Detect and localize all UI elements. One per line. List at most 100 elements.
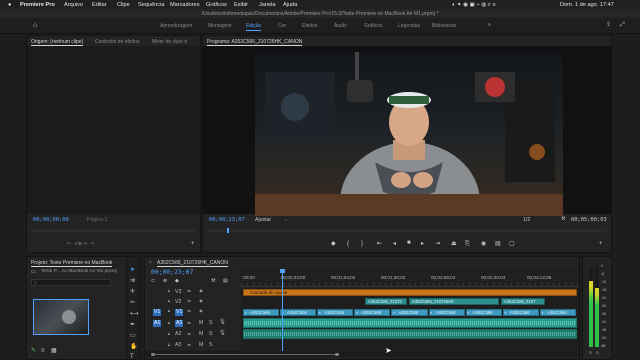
app-menu[interactable]: Premiere Pro [20, 2, 55, 8]
program-playhead[interactable] [227, 228, 229, 233]
rectangle-tool-icon[interactable]: ▭ [130, 333, 136, 339]
eye-icon[interactable]: ◉ [197, 298, 205, 304]
workspace-audio[interactable]: Áudio [334, 23, 347, 29]
add-marker-timeline-icon[interactable]: ◆ [175, 279, 179, 284]
step-forward-icon[interactable]: ▸ [421, 241, 424, 247]
mute-button[interactable]: M [199, 342, 203, 348]
resolution-dropdown[interactable]: 1/2 [523, 217, 530, 223]
lift-icon[interactable]: ⏏ [451, 241, 457, 247]
program-scrubber[interactable] [207, 228, 607, 233]
share-icon[interactable]: ⇪ [606, 22, 611, 28]
eye-icon[interactable]: ◉ [197, 288, 205, 294]
razor-tool-icon[interactable]: ✂ [130, 300, 135, 306]
mute-button[interactable]: M [199, 320, 203, 326]
time-ruler[interactable]: :00;00 00;00;32;00 00;01;04;02 00;01;36;… [241, 269, 579, 287]
menu-sequencia[interactable]: Sequência [138, 2, 164, 8]
lock-icon[interactable]: 🔒︎ [165, 298, 173, 304]
v1-clip[interactable]: ▪ A352C566 [243, 309, 280, 316]
menu-clipe[interactable]: Clipe [117, 2, 130, 8]
clock[interactable]: Dom. 1 de ago. 17:47 [560, 2, 614, 8]
fit-dropdown[interactable]: Ajustar [255, 217, 271, 223]
lock-icon[interactable]: 🔒︎ [165, 288, 173, 294]
type-tool-icon[interactable]: T [130, 354, 134, 360]
sync-lock-icon[interactable]: ⇆ [185, 288, 193, 294]
menu-janela[interactable]: Janela [259, 2, 275, 8]
apple-icon[interactable]: ● [8, 2, 11, 8]
menu-ajuda[interactable]: Ajuda [283, 2, 297, 8]
menu-editar[interactable]: Editar [92, 2, 107, 8]
v1-track-clips[interactable]: ▪ A352C566 ▪ A352C566 ▪ A352C566 ▪ A352C566 ▪ A35… [243, 308, 577, 316]
program-add-icon[interactable]: + [599, 241, 603, 247]
audio-clip-a1[interactable] [243, 318, 577, 328]
source-scrubber[interactable] [31, 229, 196, 232]
go-to-out-icon[interactable]: ⇥ [435, 241, 440, 247]
workspace-graficos[interactable]: Gráficos [364, 23, 383, 29]
solo-button[interactable]: S [209, 320, 212, 326]
v1-clip[interactable]: ▪ A352C566 [317, 309, 354, 316]
workspace-bibliotecas[interactable]: Bibliotecas [432, 23, 456, 29]
mic-icon[interactable]: 🎙︎ [219, 319, 226, 325]
v1-clip[interactable]: ▪ A352C566 [428, 309, 465, 316]
wrench-timeline-icon[interactable]: ⚒ [211, 279, 215, 284]
tracks-area[interactable]: Camada de ajuste A352C566_21072 A352C566… [241, 269, 579, 351]
track-header-v1[interactable]: V1 🔒︎ V1 ⇆ ◉ [145, 308, 241, 317]
export-frame-icon[interactable]: ◉ [481, 241, 486, 247]
v2-clip[interactable]: A352C566_21072 [365, 298, 407, 305]
lock-icon[interactable]: 🔒︎ [165, 320, 173, 326]
mark-out-icon[interactable]: } [361, 241, 363, 247]
source-timecode[interactable]: 00;00;00;00 [33, 217, 69, 223]
project-search-input[interactable]: ⌕ [31, 279, 111, 286]
v1-clip[interactable]: ▪ A352C566 [391, 309, 428, 316]
track-header-v2[interactable]: 🔒︎ V2 ⇆ ◉ [145, 298, 241, 307]
v1-clip[interactable]: ▪ A352C566 [280, 309, 317, 316]
zoom-scrollbar[interactable] [155, 354, 339, 355]
program-viewer[interactable] [203, 46, 611, 216]
mute-button[interactable]: M [199, 331, 203, 337]
source-transport-icons[interactable]: ⇤ ◂ ▶ ▸ ⇥ [67, 241, 94, 247]
eye-icon[interactable]: ◉ [197, 308, 205, 314]
workspace-montagem[interactable]: Montagem [208, 23, 232, 29]
track-label-v1[interactable]: V1 [175, 309, 184, 317]
add-marker-icon[interactable]: ◆ [331, 241, 336, 247]
meter-solo-right[interactable]: S [596, 351, 599, 355]
close-sequence-icon[interactable]: × [149, 260, 152, 266]
source-viewer[interactable] [27, 46, 200, 214]
comparison-view-icon[interactable]: ▤ [495, 241, 501, 247]
linked-selection-icon[interactable]: ⊗ [163, 279, 167, 284]
menu-marcadores[interactable]: Marcadores [170, 2, 200, 8]
sync-lock-icon[interactable]: ⇆ [185, 298, 193, 304]
slip-tool-icon[interactable]: ⟷ [130, 311, 139, 317]
source-patch-v1[interactable]: V1 [153, 309, 162, 317]
more-workspaces-icon[interactable]: » [488, 23, 491, 28]
v2-clip[interactable]: A352C566_210726HK [409, 298, 499, 305]
timeline-zoom-bar[interactable] [145, 351, 579, 357]
v1-clip[interactable]: ▪ A352C566 [502, 309, 539, 316]
tab-source[interactable]: Origem: (nenhum clipe) [31, 39, 84, 46]
home-icon[interactable]: ⌂ [33, 22, 37, 29]
snap-icon[interactable]: ⊂ [151, 279, 155, 284]
tab-effect-controls[interactable]: Controles de efeitos [95, 39, 139, 45]
menu-exibir[interactable]: Exibir [234, 2, 248, 8]
lock-icon[interactable]: 🔒︎ [165, 308, 173, 314]
menu-arquivo[interactable]: Arquivo [64, 2, 83, 8]
safe-margins-icon[interactable]: ▢ [509, 241, 515, 247]
program-timecode[interactable]: 00;00;23;07 [209, 217, 245, 223]
ripple-edit-tool-icon[interactable]: ✛ [130, 289, 135, 295]
adjustment-layer-clip[interactable]: Camada de ajuste [243, 289, 577, 296]
pencil-icon[interactable]: ✎ [31, 348, 36, 354]
source-patch-a1[interactable]: A1 [153, 320, 162, 328]
sync-lock-icon[interactable]: ⇆ [185, 320, 193, 326]
sync-lock-icon[interactable]: ⇆ [185, 342, 193, 348]
workspace-aprendizagem[interactable]: Aprendizagem [160, 23, 192, 29]
fullscreen-icon[interactable]: ⤢ [620, 22, 625, 28]
workspace-cor[interactable]: Cor [278, 23, 286, 29]
timeline-playhead[interactable] [279, 269, 285, 351]
tab-program[interactable]: Programa: A352C566_210726HK_CANON [207, 39, 303, 46]
zoom-handle-right[interactable] [335, 353, 339, 356]
source-page[interactable]: Página 1 [87, 217, 107, 223]
v2-clip[interactable]: A352C566_2107 [501, 298, 545, 305]
lock-icon[interactable]: 🔒︎ [165, 342, 173, 348]
fit-chevron-icon[interactable]: ⌄ [284, 217, 288, 223]
wrench-icon[interactable]: ⚒ [561, 216, 566, 222]
sync-lock-icon[interactable]: ⇆ [185, 331, 193, 337]
